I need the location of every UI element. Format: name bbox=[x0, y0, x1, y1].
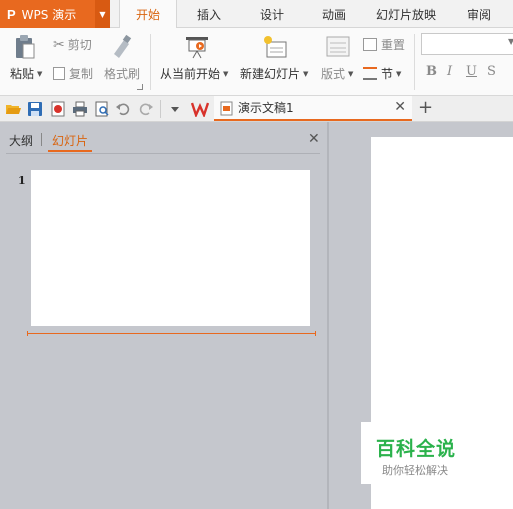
reset-label: 重置 bbox=[381, 38, 406, 52]
chevron-down-icon[interactable]: ▼ bbox=[95, 0, 110, 28]
new-tab-plus-icon[interactable]: + bbox=[418, 97, 433, 118]
ribbon-divider bbox=[150, 34, 151, 90]
document-title: 演示文稿1 bbox=[238, 101, 294, 115]
chevron-down-icon: ▼ bbox=[396, 69, 402, 78]
slide-thumbnail[interactable] bbox=[31, 170, 310, 326]
new-slide-button[interactable]: 新建幻灯片 ▼ bbox=[240, 65, 308, 82]
menu-tab-bar: P WPS 演示 ▼ 开始 插入 设计 动画 幻灯片放映 审阅 bbox=[0, 0, 513, 29]
layout-button[interactable]: 版式 ▼ bbox=[321, 65, 353, 82]
open-folder-icon[interactable] bbox=[5, 101, 21, 117]
print-preview-icon[interactable] bbox=[94, 101, 110, 117]
tab-review[interactable]: 审阅 bbox=[450, 0, 508, 28]
wps-w-logo-icon[interactable] bbox=[190, 101, 210, 119]
slideshow-from-current-button[interactable]: 从当前开始 ▼ bbox=[160, 65, 228, 82]
cut-button[interactable]: ✂ 剪切 bbox=[53, 36, 92, 53]
layout-icon[interactable] bbox=[326, 36, 350, 58]
tab-design[interactable]: 设计 bbox=[243, 0, 301, 28]
new-slide-label: 新建幻灯片 bbox=[240, 67, 301, 81]
tab-insert[interactable]: 插入 bbox=[180, 0, 238, 28]
strikethrough-button[interactable]: S bbox=[487, 64, 496, 79]
new-slide-icon[interactable] bbox=[262, 35, 288, 59]
paste-button[interactable]: 粘贴 ▼ bbox=[10, 65, 42, 82]
copy-label: 复制 bbox=[69, 67, 94, 81]
underline-button[interactable]: U bbox=[466, 64, 477, 79]
scissors-icon: ✂ bbox=[53, 36, 65, 53]
redo-icon[interactable] bbox=[138, 101, 154, 117]
app-title: WPS 演示 bbox=[21, 7, 77, 22]
chevron-down-icon: ▼ bbox=[303, 69, 309, 78]
insertion-marker bbox=[27, 331, 316, 336]
document-icon bbox=[220, 101, 234, 119]
font-name-select[interactable]: ▼ bbox=[421, 33, 513, 55]
layout-label: 版式 bbox=[321, 67, 346, 81]
reset-button[interactable]: 重置 bbox=[363, 36, 405, 53]
format-painter-button[interactable]: 格式刷 bbox=[104, 65, 140, 82]
section-icon bbox=[363, 67, 377, 80]
copy-icon bbox=[53, 67, 65, 80]
ribbon-toolbar: 粘贴 ▼ ✂ 剪切 复制 格式刷 从当前开始 ▼ 新建幻灯片 ▼ 版式 ▼ 重置 节 ▼ bbox=[0, 28, 513, 96]
format-painter-icon[interactable] bbox=[110, 34, 132, 60]
slide-number: 1 bbox=[18, 174, 26, 187]
tab-outline[interactable]: 大纲 bbox=[9, 132, 33, 149]
panel-tabs: 大纲 幻灯片 ✕ bbox=[0, 122, 327, 156]
chevron-down-icon: ▼ bbox=[223, 69, 229, 78]
reset-icon bbox=[363, 38, 377, 51]
paste-icon[interactable] bbox=[14, 34, 36, 60]
wps-app-menu-button[interactable]: P WPS 演示 ▼ bbox=[0, 0, 110, 28]
tab-slides[interactable]: 幻灯片 bbox=[52, 132, 88, 149]
tab-home[interactable]: 开始 bbox=[119, 0, 177, 29]
active-tab-indicator bbox=[48, 150, 92, 152]
format-painter-label: 格式刷 bbox=[104, 67, 141, 81]
watermark-subtitle: 助你轻松解决 bbox=[382, 464, 448, 477]
toolbar-divider bbox=[160, 100, 161, 118]
watermark-title: 百科全说 bbox=[376, 438, 457, 460]
watermark-logo: 百科全说 助你轻松解决 bbox=[361, 422, 489, 484]
slide-panel: 大纲 幻灯片 ✕ 1 bbox=[0, 122, 327, 509]
save-icon[interactable] bbox=[27, 101, 43, 117]
section-button[interactable]: 节 ▼ bbox=[363, 65, 401, 82]
chevron-down-icon: ▼ bbox=[348, 69, 354, 78]
chevron-down-icon[interactable]: ▼ bbox=[508, 37, 513, 46]
from-current-label: 从当前开始 bbox=[160, 67, 221, 81]
print-icon[interactable] bbox=[72, 101, 88, 117]
projector-icon[interactable] bbox=[184, 35, 210, 59]
cut-label: 剪切 bbox=[67, 38, 92, 52]
close-tab-icon[interactable]: ✕ bbox=[394, 99, 406, 115]
tab-separator bbox=[41, 133, 42, 146]
ribbon-divider bbox=[414, 34, 415, 90]
tab-animation[interactable]: 动画 bbox=[305, 0, 363, 28]
document-tab[interactable]: 演示文稿1 ✕ bbox=[214, 96, 412, 121]
section-label: 节 bbox=[381, 67, 394, 81]
export-pdf-icon[interactable] bbox=[50, 101, 66, 117]
tab-slideshow[interactable]: 幻灯片放映 bbox=[367, 0, 445, 28]
quick-access-toolbar: 演示文稿1 ✕ + bbox=[0, 96, 513, 122]
chevron-down-icon: ▼ bbox=[37, 69, 43, 78]
wps-logo-icon: P bbox=[7, 6, 16, 22]
close-panel-icon[interactable]: ✕ bbox=[308, 131, 320, 147]
customize-toolbar-chevron-icon[interactable] bbox=[167, 101, 183, 117]
bold-button[interactable]: B bbox=[426, 64, 437, 79]
panel-divider bbox=[6, 153, 320, 154]
undo-icon[interactable] bbox=[115, 101, 131, 117]
dialog-launcher-icon[interactable] bbox=[137, 84, 143, 90]
copy-button[interactable]: 复制 bbox=[53, 65, 93, 82]
paste-label: 粘贴 bbox=[10, 67, 35, 81]
italic-button[interactable]: I bbox=[447, 64, 452, 79]
